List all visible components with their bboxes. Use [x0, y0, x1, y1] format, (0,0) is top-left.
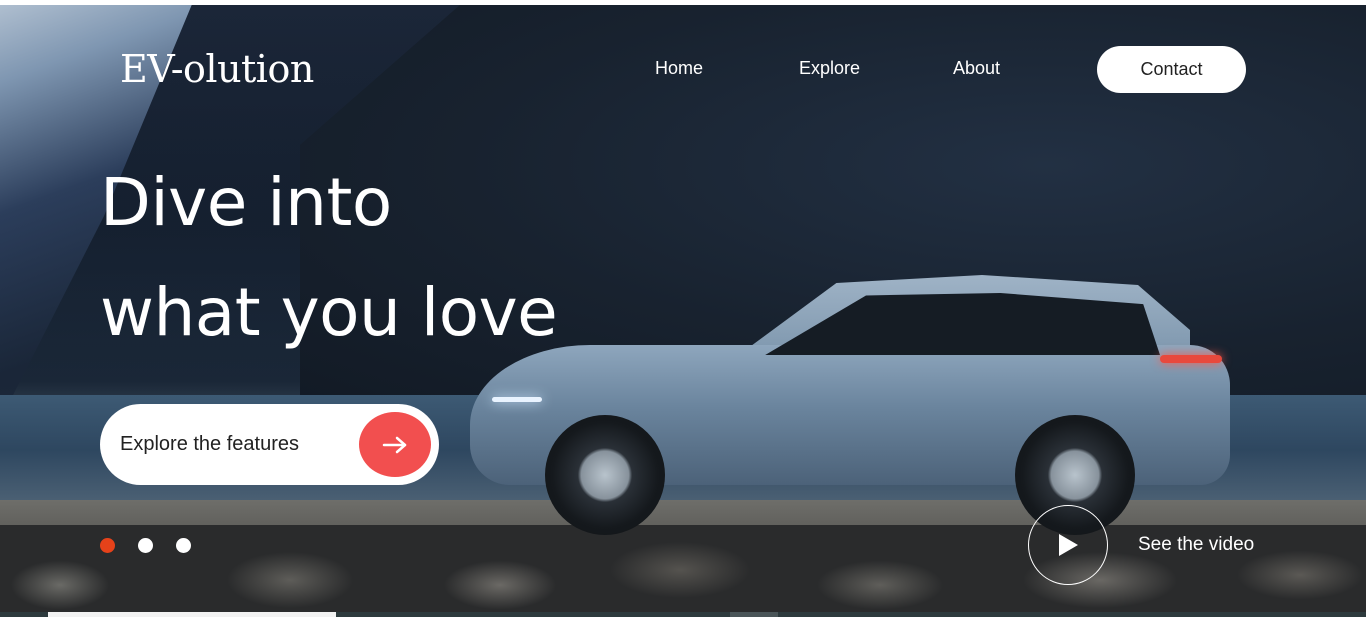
headline-line-2: what you love [100, 274, 558, 351]
hero-car-image [470, 275, 1230, 535]
contact-button[interactable]: Contact [1097, 46, 1246, 93]
arrow-right-icon [382, 436, 407, 453]
play-icon [1059, 534, 1078, 556]
site-logo[interactable]: EV-olution [120, 47, 314, 91]
carousel-dot-3[interactable] [176, 538, 191, 553]
carousel-dot-2[interactable] [138, 538, 153, 553]
headline-line-1: Dive into [100, 164, 392, 241]
hero-headline: Dive into what you love [100, 148, 558, 368]
nav-home-link[interactable]: Home [655, 58, 703, 79]
nav-explore-link[interactable]: Explore [799, 58, 860, 79]
arrow-button[interactable] [359, 412, 431, 477]
car-front-wheel [545, 415, 665, 535]
see-video-label[interactable]: See the video [1138, 534, 1254, 556]
scrollbar-marker [730, 612, 778, 617]
car-headlight [492, 397, 542, 402]
explore-features-label: Explore the features [120, 433, 299, 455]
play-video-button[interactable] [1028, 505, 1108, 585]
carousel-dot-1[interactable] [100, 538, 115, 553]
car-taillight [1160, 355, 1222, 363]
horizontal-scrollbar[interactable] [0, 612, 1366, 617]
nav-about-link[interactable]: About [953, 58, 1000, 79]
explore-features-button[interactable]: Explore the features [100, 404, 439, 485]
scrollbar-thumb[interactable] [48, 612, 336, 617]
